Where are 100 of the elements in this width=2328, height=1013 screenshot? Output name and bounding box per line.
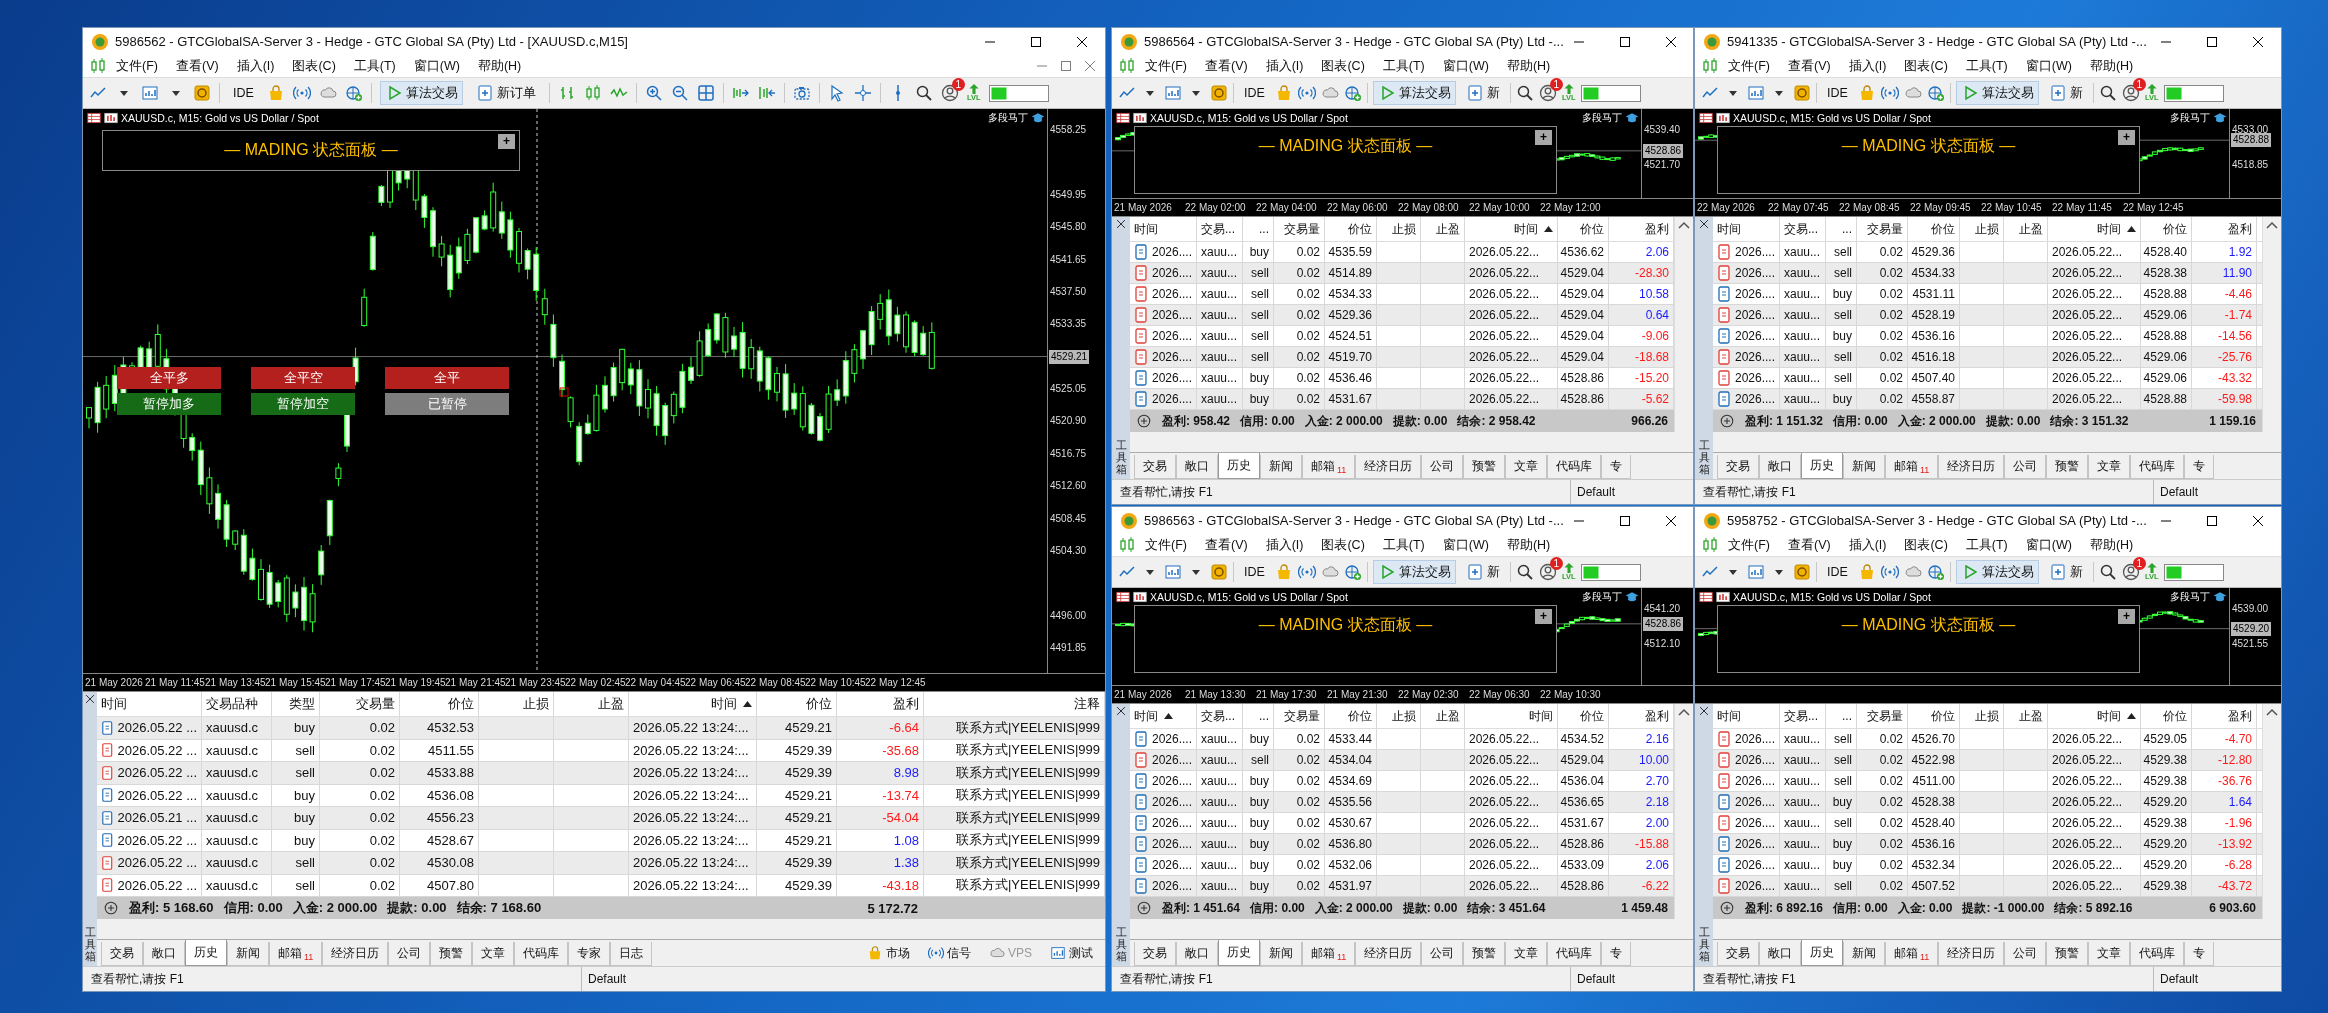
zoom-out-icon[interactable] [670,84,689,102]
arrow-up-icon[interactable] [1561,84,1576,94]
ide-button[interactable]: IDE [1239,562,1270,582]
table-row[interactable]: 2026.05.22 ... xauusd.c buy 0.02 4528.67 2026.05.22 13:24:... 4529.21 1.08 联系方式|YEELENIS|999 [97,829,1105,852]
tab[interactable]: 日志 [610,942,653,966]
table-row[interactable]: 2026.... xauu... sell 0.02 4524.51 2026.05.22... 4529.04 -9.06 [1130,326,1674,347]
coin-icon[interactable] [1210,563,1228,581]
search-icon[interactable] [2098,84,2117,102]
tab[interactable]: 敞口 [1759,942,1801,966]
menu-item[interactable]: 文件(F) [1136,536,1196,554]
side-tab[interactable]: 信号 [922,943,977,963]
close-icon[interactable] [1697,704,1711,718]
tab[interactable]: 历史 [185,940,227,966]
globe-plus-icon[interactable] [1926,84,1945,102]
table-row[interactable]: 2026.... xauu... buy 0.02 4528.38 2026.05.22... 4529.20 1.64 [1713,792,2262,813]
close-icon[interactable] [1697,217,1711,231]
signal-icon[interactable] [292,84,311,102]
table-row[interactable]: 2026.05.22 ... xauusd.c sell 0.02 4507.80 2026.05.22 13:24:... 4529.39 -43.18 联系方式|YEELENIS|999 [97,874,1105,897]
window-list-icon[interactable] [1116,111,1130,125]
tab[interactable]: 文章 [472,942,515,966]
column-header[interactable]: 止损 [1960,217,2004,241]
table-row[interactable]: 2026.... xauu... buy 0.02 4535.56 2026.05.22... 4536.65 2.18 [1130,792,1674,813]
candlestick-icon[interactable] [583,84,602,102]
chart-template-icon[interactable] [1747,84,1765,102]
column-header[interactable]: 盈利 [2192,217,2257,241]
menu-item[interactable]: 查看(V) [1778,536,1840,554]
arrow-up-icon[interactable] [1561,563,1576,573]
tab[interactable]: 经济日历 [1355,942,1422,966]
new-order-button[interactable]: 新 [2043,560,2088,584]
column-header[interactable]: 交易... [1780,704,1826,728]
table-row[interactable]: 2026.... xauu... sell 0.02 4514.89 2026.05.22... 4529.04 -28.30 [1130,263,1674,284]
tab[interactable]: 历史 [1218,940,1260,966]
algo-trading-button[interactable]: 算法交易 [1372,560,1456,584]
menu-item[interactable]: 查看(V) [1195,57,1257,75]
new-order-button[interactable]: 新 [2043,81,2088,105]
coin-icon[interactable] [1793,84,1811,102]
table-row[interactable]: 2026.... xauu... sell 0.02 4534.33 2026.05.22... 4529.04 10.58 [1130,284,1674,305]
table-row[interactable]: 2026.... xauu... buy 0.02 4534.69 2026.05.22... 4536.04 2.70 [1130,771,1674,792]
table-row[interactable]: 2026.... xauu... buy 0.02 4531.11 2026.05.22... 4528.88 -4.46 [1713,284,2262,305]
signal-icon[interactable] [1880,563,1899,581]
tab[interactable]: 预警 [2046,455,2089,479]
column-header[interactable]: ... [1243,704,1274,728]
tab[interactable]: 文章 [2088,942,2131,966]
table-row[interactable]: 2026.... xauu... sell 0.02 4528.19 2026.05.22... 4529.06 -1.74 [1713,305,2262,326]
scrollbar[interactable] [2262,217,2281,432]
column-header[interactable]: 交易量 [1857,217,1908,241]
action-button[interactable]: 全平多 [117,367,221,389]
window-list-icon[interactable] [87,111,101,125]
tab[interactable]: 历史 [1801,453,1843,479]
column-header[interactable]: 止损 [1960,704,2004,728]
menu-item[interactable]: 工具(T) [1373,536,1434,554]
menu-item[interactable]: 文件(F) [1719,57,1779,75]
column-header[interactable]: 时间 [1130,217,1197,241]
zoom-in-icon[interactable] [644,84,663,102]
algo-trading-button[interactable]: 算法交易 [379,81,463,105]
column-header[interactable]: 止盈 [554,692,629,716]
window-list-icon[interactable] [1116,590,1130,604]
algo-trading-button[interactable]: 算法交易 [1955,560,2039,584]
tab[interactable]: 预警 [430,942,473,966]
table-row[interactable]: 2026.... xauu... buy 0.02 4532.06 2026.05.22... 4533.09 2.06 [1130,855,1674,876]
close-icon[interactable] [1114,704,1128,718]
tab[interactable]: 专 [1601,942,1632,966]
tab[interactable]: 经济日历 [322,942,389,966]
profile-field[interactable]: Default [1570,480,1616,504]
tab[interactable]: 代码库 [1547,455,1602,479]
side-tab[interactable]: 测试 [1044,943,1099,963]
menu-item[interactable]: 帮助(H) [2080,536,2143,554]
tab[interactable]: 预警 [1463,455,1506,479]
table-row[interactable]: 2026.... xauu... buy 0.02 4535.59 2026.05.22... 4536.62 2.06 [1130,242,1674,263]
tab[interactable]: 公司 [1421,455,1464,479]
menu-item[interactable]: 窗口(W) [2016,57,2081,75]
tab[interactable]: 文章 [1505,942,1548,966]
column-header[interactable]: 交易量 [1274,217,1325,241]
tab[interactable]: 经济日历 [1355,455,1422,479]
table-row[interactable]: 2026.... xauu... sell 0.02 4511.00 2026.05.22... 4529.38 -36.76 [1713,771,2262,792]
search-icon[interactable] [914,84,933,102]
column-header[interactable]: 止盈 [2004,217,2048,241]
ide-button[interactable]: IDE [1239,83,1270,103]
menu-item[interactable]: 图表(C) [1312,536,1374,554]
tab[interactable]: 专 [2184,455,2215,479]
table-row[interactable]: 2026.... xauu... sell 0.02 4534.04 2026.05.22... 4529.04 10.00 [1130,750,1674,771]
table-row[interactable]: 2026.... xauu... sell 0.02 4519.70 2026.05.22... 4529.04 -18.68 [1130,347,1674,368]
tab[interactable]: 公司 [2004,942,2047,966]
scrollbar[interactable] [2262,704,2281,919]
column-header[interactable]: 价位 [1558,217,1609,241]
globe-plus-icon[interactable] [1343,563,1362,581]
column-header[interactable]: 时间 [1465,704,1558,728]
menu-item[interactable]: 窗口(W) [1433,57,1498,75]
table-row[interactable]: 2026.... xauu... buy 0.02 4536.46 2026.05.22... 4528.86 -15.20 [1130,368,1674,389]
column-header[interactable]: 交易... [1197,704,1243,728]
column-header[interactable]: 盈利 [2192,704,2257,728]
menu-item[interactable]: 帮助(H) [2080,57,2143,75]
column-header[interactable]: 时间 [1130,704,1197,728]
menu-item[interactable]: 查看(V) [1778,57,1840,75]
signal-icon[interactable] [1880,84,1899,102]
tab[interactable]: 交易 [1717,942,1759,966]
column-header[interactable]: 价位 [1558,704,1609,728]
table-row[interactable]: 2026.... xauu... buy 0.02 4536.80 2026.05.22... 4528.86 -15.88 [1130,834,1674,855]
tab[interactable]: 文章 [2088,455,2131,479]
menu-item[interactable]: 图表(C) [1895,57,1957,75]
